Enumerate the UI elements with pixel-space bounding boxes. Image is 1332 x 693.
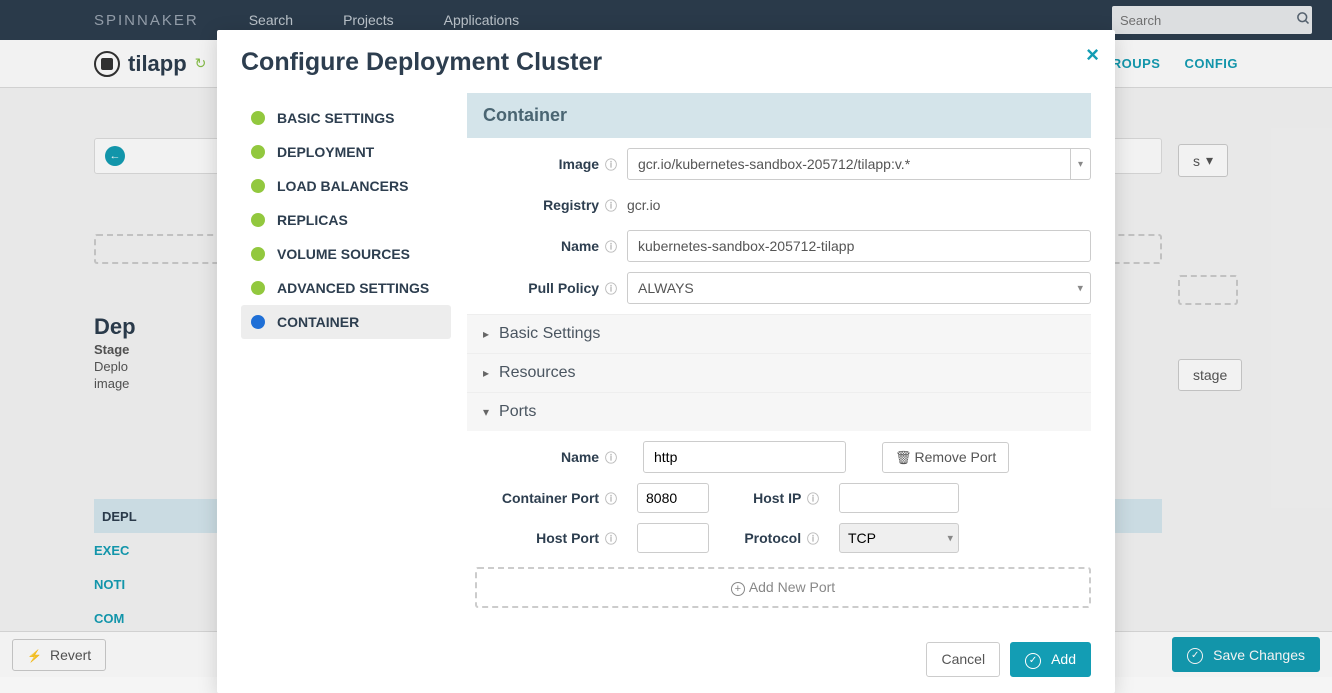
container-port-label: Container Port ⓘ — [475, 490, 627, 507]
help-icon[interactable]: ⓘ — [807, 492, 819, 506]
help-icon[interactable]: ⓘ — [605, 451, 617, 465]
modal-overlay: × Configure Deployment Cluster BASIC SET… — [0, 0, 1332, 677]
step-dot-icon — [251, 145, 265, 159]
chevron-down-icon[interactable] — [1070, 149, 1090, 179]
step-dot-icon — [251, 315, 265, 329]
wizard-nav: BASIC SETTINGS DEPLOYMENT LOAD BALANCERS… — [241, 93, 451, 608]
help-icon[interactable]: ⓘ — [807, 532, 819, 546]
step-dot-icon — [251, 213, 265, 227]
form-area: Container Image ⓘ gcr.io/kubernetes-sand… — [451, 93, 1115, 608]
remove-port-button[interactable]: Remove Port — [882, 442, 1009, 473]
wizard-replicas[interactable]: REPLICAS — [241, 203, 451, 237]
help-icon[interactable]: ⓘ — [605, 492, 617, 506]
step-dot-icon — [251, 281, 265, 295]
add-button[interactable]: Add — [1010, 642, 1091, 677]
chevron-right-icon — [483, 327, 489, 341]
wizard-load-balancers[interactable]: LOAD BALANCERS — [241, 169, 451, 203]
plus-icon — [731, 579, 749, 595]
deployment-cluster-modal: × Configure Deployment Cluster BASIC SET… — [217, 30, 1115, 693]
port-name-label: Name ⓘ — [475, 449, 627, 466]
wizard-volume-sources[interactable]: VOLUME SOURCES — [241, 237, 451, 271]
help-icon[interactable]: ⓘ — [605, 282, 617, 296]
host-port-input[interactable] — [637, 523, 709, 553]
modal-title: Configure Deployment Cluster — [217, 30, 1115, 93]
modal-footer: Cancel Add — [217, 626, 1115, 693]
image-combobox[interactable]: gcr.io/kubernetes-sandbox-205712/tilapp:… — [627, 148, 1091, 180]
help-icon[interactable]: ⓘ — [605, 199, 617, 213]
pull-policy-select[interactable]: ALWAYS — [627, 272, 1091, 304]
chevron-right-icon — [483, 366, 489, 380]
step-dot-icon — [251, 111, 265, 125]
chevron-down-icon — [483, 405, 489, 419]
ports-body: Name ⓘ Remove Port Container Port ⓘ Host… — [475, 431, 1091, 608]
check-icon — [1025, 650, 1045, 669]
wizard-deployment[interactable]: DEPLOYMENT — [241, 135, 451, 169]
pull-policy-label: Pull Policy ⓘ — [475, 280, 627, 297]
registry-value: gcr.io — [627, 190, 660, 220]
subsection-resources[interactable]: Resources — [467, 353, 1091, 392]
subsection-basic-settings[interactable]: Basic Settings — [467, 314, 1091, 353]
image-value: gcr.io/kubernetes-sandbox-205712/tilapp:… — [628, 149, 1070, 179]
image-label: Image ⓘ — [475, 156, 627, 173]
help-icon[interactable]: ⓘ — [605, 240, 617, 254]
subsection-ports[interactable]: Ports — [467, 392, 1091, 431]
wizard-basic-settings[interactable]: BASIC SETTINGS — [241, 101, 451, 135]
host-port-label: Host Port ⓘ — [475, 530, 627, 547]
trash-icon — [895, 449, 915, 465]
container-name-input[interactable] — [627, 230, 1091, 262]
host-ip-label: Host IP ⓘ — [719, 490, 829, 507]
add-port-button[interactable]: Add New Port — [475, 567, 1091, 608]
registry-label: Registry ⓘ — [475, 197, 627, 214]
help-icon[interactable]: ⓘ — [605, 532, 617, 546]
wizard-advanced-settings[interactable]: ADVANCED SETTINGS — [241, 271, 451, 305]
port-name-input[interactable] — [643, 441, 846, 473]
step-dot-icon — [251, 247, 265, 261]
name-label: Name ⓘ — [475, 238, 627, 255]
host-ip-input[interactable] — [839, 483, 959, 513]
help-icon[interactable]: ⓘ — [605, 158, 617, 172]
step-dot-icon — [251, 179, 265, 193]
cancel-button[interactable]: Cancel — [926, 642, 1000, 677]
section-container-header: Container — [467, 93, 1091, 138]
protocol-label: Protocol ⓘ — [719, 530, 829, 547]
protocol-select[interactable]: TCP — [839, 523, 959, 553]
container-port-input[interactable] — [637, 483, 709, 513]
wizard-container[interactable]: CONTAINER — [241, 305, 451, 339]
close-icon[interactable]: × — [1086, 44, 1099, 66]
